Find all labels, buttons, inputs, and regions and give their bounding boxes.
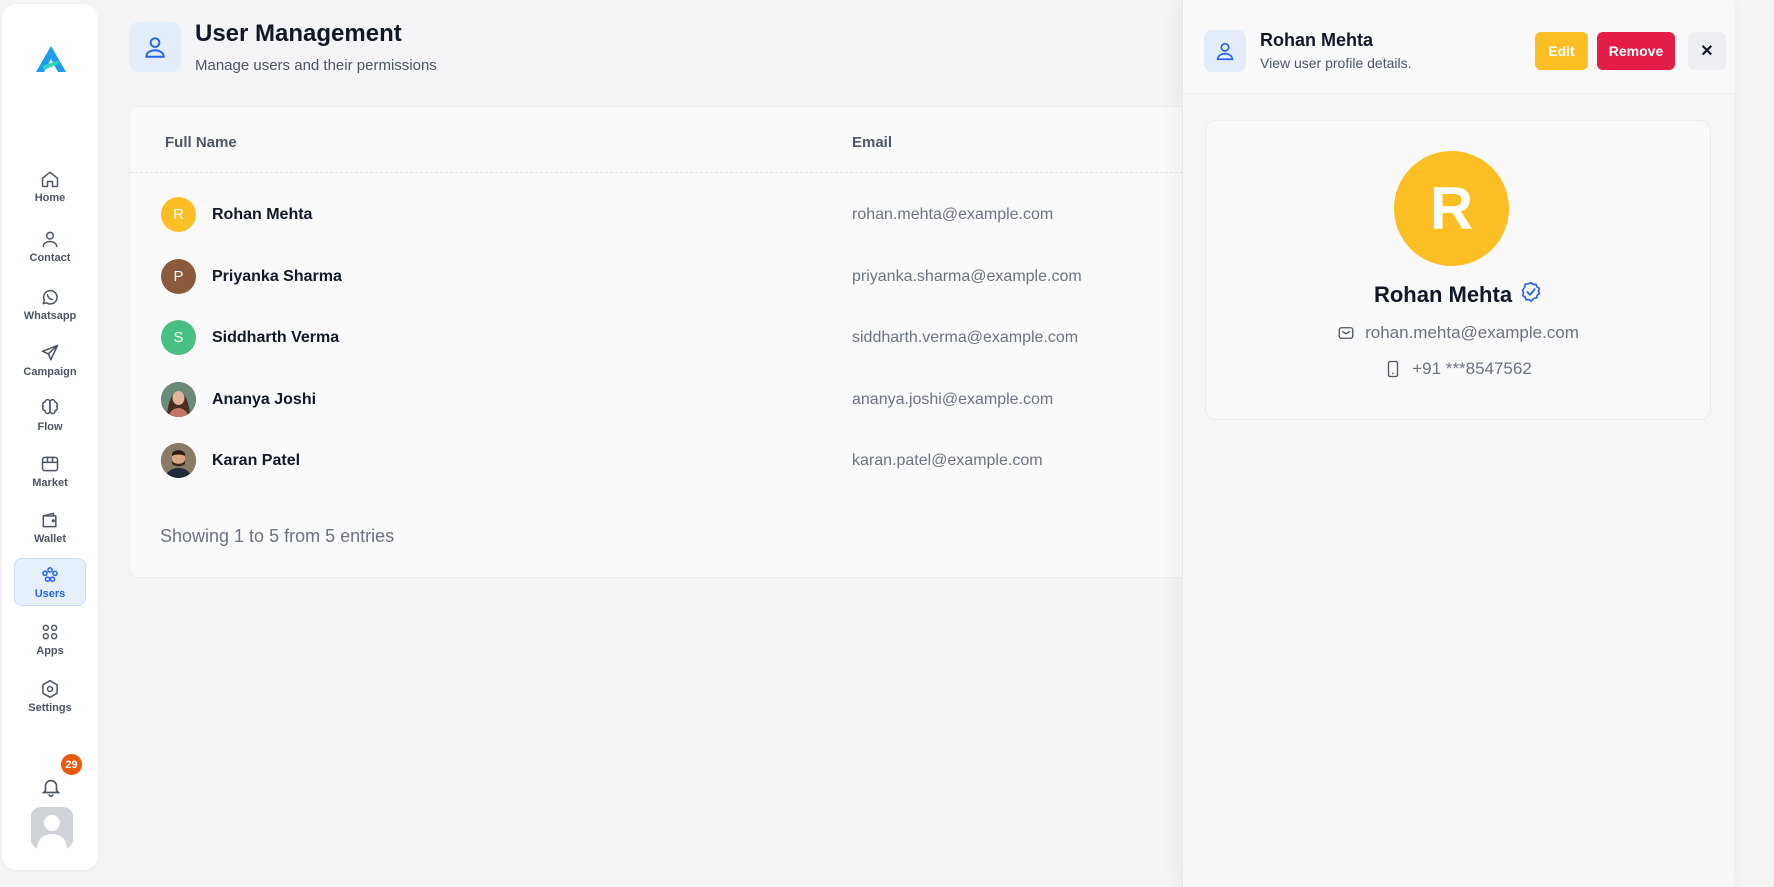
bell-icon: [41, 779, 61, 797]
panel-header: Rohan Mehta View user profile details. E…: [1183, 0, 1735, 94]
profile-email[interactable]: rohan.mehta@example.com: [1365, 323, 1579, 343]
user-icon: [145, 37, 165, 58]
sidebar-item-campaign[interactable]: Campaign: [14, 336, 86, 384]
column-header-full-name[interactable]: Full Name: [165, 134, 237, 151]
sidebar-item-contact[interactable]: Contact: [14, 222, 86, 270]
user-name: Karan Patel: [212, 452, 301, 469]
pagination-info: Showing 1 to 5 from 5 entries: [160, 526, 395, 546]
avatar-photo: [161, 382, 196, 417]
page-icon: [129, 22, 181, 72]
contact-icon: [42, 231, 58, 247]
sidebar-item-label: Apps: [36, 644, 64, 657]
avatar: P: [161, 259, 196, 294]
table-row[interactable]: Karan Patel karan.patel@example.com: [130, 431, 1248, 491]
profile-phone: +91 ***8547562: [1412, 359, 1532, 378]
sidebar-item-label: Home: [34, 191, 66, 204]
sidebar: Home Contact Whatsapp Campaign Flow Mark…: [2, 4, 98, 870]
sidebar-item-settings[interactable]: Settings: [14, 672, 86, 720]
user-name: Siddharth Verma: [212, 329, 340, 346]
sidebar-item-label: Market: [32, 476, 68, 489]
sidebar-item-label: Wallet: [34, 532, 66, 545]
page-title: User Management: [195, 20, 402, 47]
sidebar-item-flow[interactable]: Flow: [14, 391, 86, 439]
phone-icon: [1388, 360, 1399, 378]
user-email: priyanka.sharma@example.com: [852, 268, 1082, 285]
close-button[interactable]: ✕: [1688, 32, 1726, 70]
sidebar-item-label: Flow: [37, 420, 63, 433]
sidebar-item-label: Contact: [29, 251, 71, 264]
user-name: Rohan Mehta: [212, 206, 313, 223]
user-email: ananya.joshi@example.com: [852, 391, 1054, 408]
profile-card: R Rohan Mehta rohan.mehta@example.com +9…: [1205, 120, 1711, 420]
profile-name: Rohan Mehta: [1373, 281, 1513, 307]
table-row[interactable]: S Siddharth Verma siddharth.verma@exampl…: [130, 308, 1248, 368]
whatsapp-icon: [42, 289, 58, 305]
user-avatar[interactable]: [31, 807, 73, 849]
table-row[interactable]: R Rohan Mehta rohan.mehta@example.com: [130, 185, 1248, 245]
avatar-placeholder-icon: [31, 807, 73, 849]
profile-name-row: Rohan Mehta: [1206, 281, 1710, 308]
home-icon: [41, 171, 59, 187]
sidebar-item-whatsapp[interactable]: Whatsapp: [14, 280, 86, 328]
user-icon: [1216, 42, 1234, 61]
wallet-icon: [42, 512, 57, 527]
send-icon: [41, 344, 59, 360]
notification-badge: 29: [59, 752, 84, 777]
sidebar-item-wallet[interactable]: Wallet: [14, 503, 86, 551]
settings-icon: [42, 679, 58, 698]
sidebar-item-users[interactable]: Users: [14, 558, 86, 606]
verified-badge-icon: [1520, 281, 1542, 308]
sidebar-item-label: Whatsapp: [23, 309, 77, 322]
store-icon: [41, 456, 59, 471]
profile-email-row: rohan.mehta@example.com: [1206, 323, 1710, 343]
users-table: Full Name Email R Rohan Mehta rohan.meht…: [129, 106, 1249, 578]
sidebar-item-home[interactable]: Home: [14, 162, 86, 210]
remove-button[interactable]: Remove: [1597, 32, 1675, 70]
users-icon: [42, 566, 58, 582]
app-logo[interactable]: [34, 44, 68, 74]
panel-title: Rohan Mehta: [1260, 30, 1374, 50]
user-name: Ananya Joshi: [212, 391, 317, 408]
sidebar-item-apps[interactable]: Apps: [14, 615, 86, 663]
avatar: R: [161, 197, 196, 232]
panel-subtitle: View user profile details.: [1260, 55, 1412, 71]
table-row[interactable]: Ananya Joshi ananya.joshi@example.com: [130, 370, 1248, 430]
profile-avatar: R: [1394, 151, 1509, 266]
user-detail-panel: Rohan Mehta View user profile details. E…: [1182, 0, 1735, 887]
header-divider: [130, 172, 1248, 173]
sidebar-item-market[interactable]: Market: [14, 447, 86, 495]
profile-phone-row: +91 ***8547562: [1206, 359, 1710, 379]
user-email: rohan.mehta@example.com: [852, 206, 1054, 223]
table-row[interactable]: P Priyanka Sharma priyanka.sharma@exampl…: [130, 247, 1248, 307]
panel-user-icon: [1204, 30, 1246, 72]
avatar-photo: [161, 443, 196, 478]
sidebar-item-label: Settings: [28, 701, 72, 714]
brain-icon: [41, 398, 59, 414]
mail-icon: [1338, 327, 1354, 339]
column-header-email[interactable]: Email: [852, 134, 892, 151]
user-name: Priyanka Sharma: [212, 268, 342, 285]
sidebar-item-label: Campaign: [23, 365, 77, 378]
apps-icon: [42, 624, 58, 639]
notifications-button[interactable]: [40, 776, 62, 798]
page-subtitle: Manage users and their permissions: [195, 57, 437, 74]
user-email: siddharth.verma@example.com: [852, 329, 1079, 346]
user-email: karan.patel@example.com: [852, 452, 1043, 469]
sidebar-item-label: Users: [34, 587, 66, 600]
edit-button[interactable]: Edit: [1535, 32, 1588, 70]
avatar: S: [161, 320, 196, 355]
